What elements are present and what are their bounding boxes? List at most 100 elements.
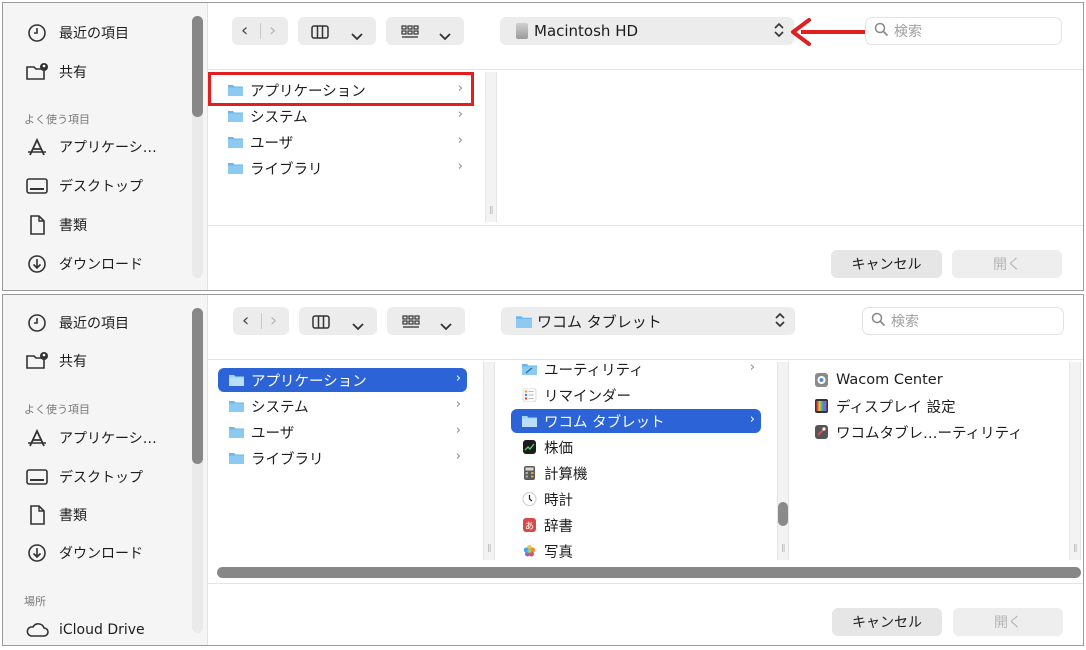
list-item-library[interactable]: ライブラリ › [218,446,467,470]
chevron-right-icon: › [457,107,463,122]
calculator-app-icon [521,466,538,480]
sidebar-scrollbar[interactable] [192,308,203,464]
list-item-label: Wacom Center [836,372,943,388]
list-item-label: ライブラリ [251,451,324,468]
sidebar-item-applications[interactable]: アプリケーシ… [25,424,157,452]
list-item-wacom-utility[interactable]: ワコムタブレ…ーティリティ [803,420,1053,444]
folder-icon [515,314,533,329]
back-forward-control: ‹ › [233,307,289,335]
column-resizer[interactable]: || [485,72,497,222]
list-item-calculator[interactable]: 計算機 [511,461,761,485]
view-mode-button[interactable] [299,307,377,335]
column-resizer[interactable]: || [777,362,789,560]
forward-button[interactable]: › [269,20,276,41]
clock-icon [25,312,49,334]
grid-icon [402,314,420,333]
folder-icon [228,399,245,413]
column-resizer[interactable]: || [483,362,495,560]
sidebar-item-label: 最近の項目 [59,316,129,332]
annotation-arrow [791,18,870,46]
sidebar-item-downloads[interactable]: ダウンロード [25,539,143,567]
list-item-label: 株価 [544,440,573,457]
list-item-label: ユーティリティ [544,362,644,379]
sidebar-item-desktop[interactable]: デスクトップ [25,463,143,491]
grid-icon [401,24,419,43]
utilities-folder-icon [521,362,538,376]
sidebar-item-applications[interactable]: アプリケーシ… [25,133,157,161]
group-button[interactable] [387,307,465,335]
sidebar-item-label: 共有 [59,354,87,370]
path-popup[interactable]: ワコム タブレット [501,307,795,335]
sidebar-scrollbar[interactable] [192,16,203,117]
sidebar-section-locations: 場所 [24,595,46,608]
list-item-users[interactable]: ユーザ › [217,130,469,154]
view-mode-button[interactable] [298,17,376,45]
wacom-center-icon [813,373,830,387]
sidebar-section-favorites: よく使う項目 [24,403,90,416]
sidebar-item-desktop[interactable]: デスクトップ [25,172,143,200]
list-item-label: ユーザ [251,425,295,442]
list-item-display-settings[interactable]: ディスプレイ 設定 [803,394,1053,418]
sidebar-item-label: iCloud Drive [59,622,145,638]
cloud-icon [25,619,49,641]
sidebar-item-shared[interactable]: 共有 [25,347,87,375]
open-button[interactable]: 開く [953,608,1063,636]
group-button[interactable] [386,17,464,45]
search-field[interactable]: 検索 [865,17,1062,45]
open-button[interactable]: 開く [952,250,1062,278]
list-item-label: 計算機 [544,466,588,483]
list-item-label: システム [251,399,309,416]
column-view-icon [312,314,330,333]
list-item-stocks[interactable]: 株価 [511,435,761,459]
list-item-users[interactable]: ユーザ › [218,420,467,444]
list-item-utilities[interactable]: ユーティリティ › [511,357,761,381]
list-item-clock[interactable]: 時計 [511,487,761,511]
list-item-label: ワコム タブレット [544,414,665,431]
list-item-applications[interactable]: アプリケーション › [218,368,467,392]
chevron-right-icon: › [455,397,461,412]
sidebar-item-shared[interactable]: 共有 [25,58,87,86]
cancel-button[interactable]: キャンセル [832,608,942,636]
list-item-label: ディスプレイ 設定 [836,399,956,416]
list-item-wacom-tablet[interactable]: ワコム タブレット › [511,409,761,433]
stocks-app-icon [521,440,538,454]
up-down-chevron-icon [774,22,784,42]
desktop-icon [25,175,49,197]
list-item-dictionary[interactable]: あ 辞書 [511,513,761,537]
sidebar-item-downloads[interactable]: ダウンロード [25,250,143,278]
download-icon [25,253,49,275]
sidebar-item-documents[interactable]: 書類 [25,501,87,529]
photos-app-icon [521,544,538,558]
chevron-right-icon: › [749,360,755,375]
path-popup[interactable]: Macintosh HD [500,17,794,45]
chevron-down-icon [439,26,451,45]
search-field[interactable]: 検索 [862,307,1064,335]
list-item-reminders[interactable]: リマインダー [511,383,761,407]
forward-button[interactable]: › [270,310,277,331]
list-item-library[interactable]: ライブラリ › [217,156,469,180]
sidebar-item-label: 書類 [59,218,87,234]
back-button[interactable]: ‹ [242,310,249,331]
column-view-icon [311,24,329,43]
sidebar-item-recents[interactable]: 最近の項目 [25,19,129,47]
list-item-label: 辞書 [544,518,573,535]
sidebar-item-label: デスクトップ [59,470,143,486]
horizontal-scrollbar[interactable] [217,567,1081,578]
sidebar-item-recents[interactable]: 最近の項目 [25,309,129,337]
chevron-down-icon [351,26,363,45]
applications-icon [25,136,49,158]
sidebar-item-icloud-drive[interactable]: iCloud Drive [25,616,145,644]
back-forward-control: ‹ › [232,17,288,45]
display-settings-icon [813,399,830,413]
list-item-system[interactable]: システム › [217,104,469,128]
folder-icon [228,425,245,439]
list-item-photos[interactable]: 写真 [511,539,761,563]
column-resizer[interactable]: || [1069,362,1081,560]
cancel-button[interactable]: キャンセル [831,250,942,278]
column-scrollbar[interactable] [778,502,788,526]
sidebar-item-documents[interactable]: 書類 [25,211,87,239]
list-item-system[interactable]: システム › [218,394,467,418]
back-button[interactable]: ‹ [241,20,248,41]
list-item-wacom-center[interactable]: Wacom Center [803,368,1053,392]
list-item-label: 写真 [544,544,573,561]
